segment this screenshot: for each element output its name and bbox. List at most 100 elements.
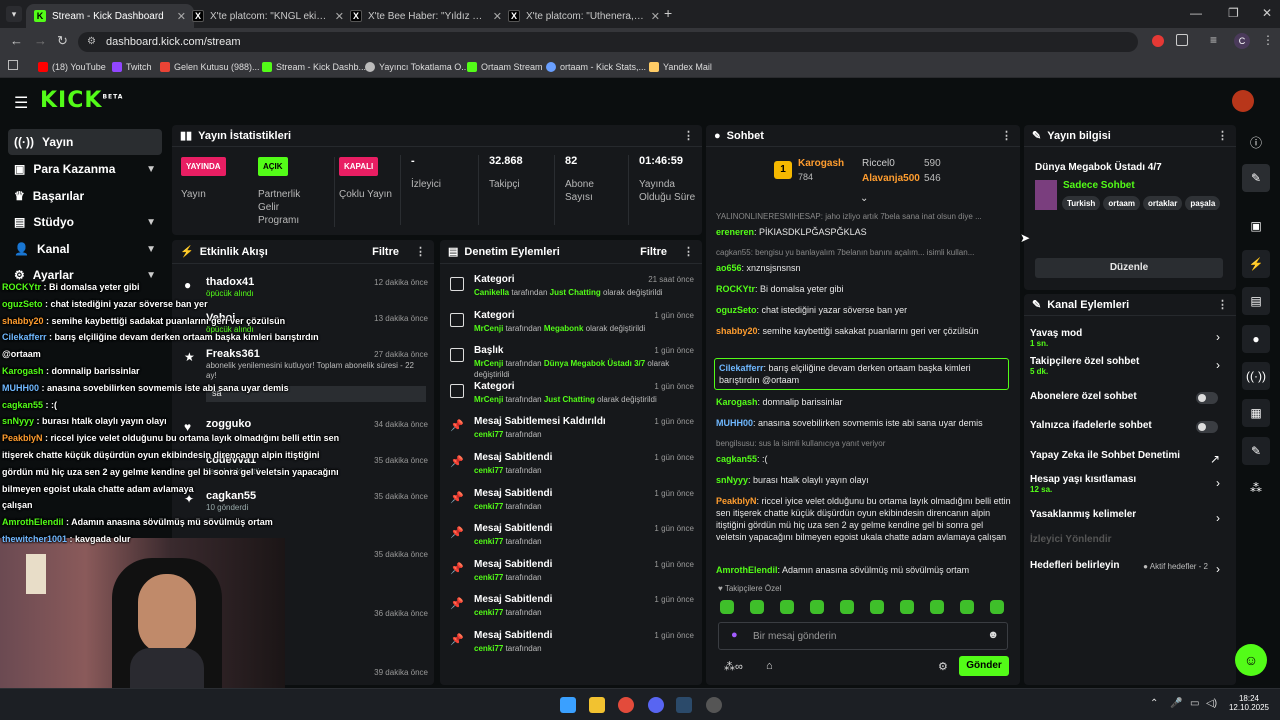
mod-actor[interactable]: cenki77 (474, 608, 503, 617)
chat-username[interactable]: shabby20 (716, 326, 758, 336)
support-chat-icon[interactable]: ☺ (1235, 644, 1267, 676)
extension-icon[interactable] (1152, 35, 1164, 47)
capture-icon[interactable]: ▣ (1242, 212, 1270, 240)
tab-x-1[interactable]: XX'te platcom: "KNGL ekibiyle ge✕ (184, 4, 352, 28)
mod-actor[interactable]: MrCenji (474, 324, 503, 333)
more-options-icon[interactable]: ⋮ (1217, 129, 1228, 142)
sidebar-item-kanal[interactable]: 👤 Kanal ▼ (8, 236, 162, 262)
chat-username[interactable]: PeakblyN (716, 496, 757, 506)
toggle-switch[interactable] (1196, 392, 1218, 404)
mod-actor[interactable]: cenki77 (474, 502, 503, 511)
new-tab-icon[interactable]: + (664, 5, 672, 21)
browser-menu-icon[interactable]: ⋮ (1262, 33, 1274, 47)
user-avatar[interactable] (1232, 90, 1254, 112)
forward-icon[interactable]: → (34, 33, 47, 48)
emote-icon[interactable] (990, 600, 1004, 614)
sidebar-item-para-kazanma[interactable]: ▣ Para Kazanma ▼ (8, 156, 162, 182)
channel-action-row[interactable]: Yapay Zeka ile Sohbet Denetimi ↗ (1030, 450, 1224, 476)
mod-actor[interactable]: cenki77 (474, 537, 503, 546)
reload-icon[interactable]: ↻ (57, 33, 68, 49)
channel-action-row[interactable]: Hesap yaşı kısıtlaması 12 sa. › (1030, 474, 1224, 500)
chat-username[interactable]: ereneren (716, 227, 754, 237)
more-options-icon[interactable]: ⋮ (415, 245, 426, 258)
channel-action-row[interactable]: Hedefleri belirleyin › ● Aktif hedefler - … (1030, 560, 1224, 586)
more-options-icon[interactable]: ⋮ (1217, 298, 1228, 311)
more-options-icon[interactable]: ⋮ (683, 129, 694, 142)
leaderboard-top-user[interactable]: Karogash (798, 158, 844, 169)
system-clock[interactable]: 18:24 12.10.2025 (1228, 694, 1270, 712)
emoji-icon[interactable]: ☻ (987, 629, 999, 641)
chat-username[interactable]: AmrothElendil (716, 565, 778, 575)
tools-icon[interactable]: ⁂∞ (724, 660, 743, 673)
file-explorer-icon[interactable] (589, 697, 605, 713)
discord-icon[interactable] (648, 697, 664, 713)
sidebar-item-basarilar[interactable]: ♛ Başarılar (8, 183, 162, 209)
mod-actor[interactable]: MrCenji (474, 359, 503, 368)
emote-icon[interactable] (870, 600, 884, 614)
chat-username[interactable]: Karogash (716, 397, 758, 407)
tab-kick-dashboard[interactable]: K Stream - Kick Dashboard ✕ (26, 4, 194, 28)
address-bar[interactable]: ⚙ dashboard.kick.com/stream (78, 32, 1138, 52)
minimize-icon[interactable]: — (1190, 6, 1202, 20)
close-tab-icon[interactable]: ✕ (651, 10, 660, 23)
chat-username[interactable]: cagkan55 (716, 454, 757, 464)
emote-icon[interactable] (840, 600, 854, 614)
tab-search-icon[interactable]: ▾ (6, 6, 22, 22)
tab-x-2[interactable]: XX'te Bee Haber: "Yıldız Tilbe, m✕ (342, 4, 510, 28)
mod-actor[interactable]: MrCenji (474, 395, 503, 404)
chat-username[interactable]: ao656 (716, 263, 742, 273)
sidebar-item-yayin[interactable]: ((·)) Yayın (8, 129, 162, 155)
kick-logo[interactable]: KICKBETA (40, 88, 123, 113)
hamburger-menu-icon[interactable]: ☰ (14, 93, 28, 113)
toggle-switch[interactable] (1196, 421, 1218, 433)
extensions-puzzle-icon[interactable] (1176, 34, 1188, 46)
microphone-icon[interactable]: ● (731, 629, 738, 641)
more-options-icon[interactable]: ⋮ (683, 245, 694, 258)
bookmark-tokatlama[interactable]: Yayıncı Tokatlama O... (365, 59, 469, 75)
site-info-icon[interactable]: ⚙ (87, 32, 96, 52)
volume-icon[interactable]: ◁) (1206, 698, 1217, 709)
info-icon[interactable]: ⓘ (1242, 128, 1270, 156)
apps-grid-icon[interactable] (8, 60, 18, 70)
mod-actor[interactable]: cenki77 (474, 466, 503, 475)
steam-icon[interactable] (676, 697, 692, 713)
back-icon[interactable]: ← (10, 33, 23, 48)
start-icon[interactable] (560, 697, 576, 713)
chat-settings-icon[interactable]: ⚙ (938, 660, 948, 673)
broadcast-icon[interactable]: ((·)) (1242, 362, 1270, 390)
filter-button[interactable]: Filtre (640, 246, 667, 258)
category-name[interactable]: Sadece Sohbet (1063, 180, 1135, 191)
channel-action-row[interactable]: Yasaklanmış kelimeler › (1030, 509, 1224, 535)
bookmark-mail[interactable]: Gelen Kutusu (988)... (160, 59, 260, 75)
store-icon[interactable]: ⌂ (766, 660, 773, 672)
chat-input[interactable]: ● Bir mesaj gönderin ☻ (718, 622, 1008, 650)
leaderboard-user-2[interactable]: Riccel0 (862, 158, 895, 169)
emote-icon[interactable] (810, 600, 824, 614)
expand-leaderboard-icon[interactable]: ⌄ (860, 193, 868, 204)
network-icon[interactable]: ▭ (1190, 698, 1199, 709)
channel-action-row[interactable]: Takipçilere özel sohbet 5 dk. › (1030, 356, 1224, 382)
send-button[interactable]: Gönder (959, 656, 1009, 676)
mod-actor[interactable]: Canikella (474, 288, 509, 297)
bookmark-youtube[interactable]: (18) YouTube (38, 59, 106, 75)
chrome-icon[interactable] (618, 697, 634, 713)
channel-action-row[interactable]: Abonelere özel sohbet (1030, 391, 1224, 417)
more-options-icon[interactable]: ⋮ (1001, 129, 1012, 142)
leaderboard-user-3[interactable]: Alavanja500 (862, 173, 920, 184)
chat-username[interactable]: MUHH00 (716, 418, 753, 428)
bookmark-yandex-mail[interactable]: Yandex Mail (649, 59, 712, 75)
maximize-icon[interactable]: ❐ (1228, 6, 1239, 20)
close-window-icon[interactable]: ✕ (1262, 6, 1272, 20)
wrench-icon[interactable]: ✎ (1242, 437, 1270, 465)
document-icon[interactable]: ▤ (1242, 287, 1270, 315)
edit-button[interactable]: Düzenle (1035, 258, 1223, 278)
tray-chevron-icon[interactable]: ⌃ (1150, 698, 1158, 709)
bookmark-ortaam-stream[interactable]: Ortaam Stream (467, 59, 543, 75)
chat-username[interactable]: Cilekafferr (719, 363, 764, 373)
channel-action-row[interactable]: Yavaş mod 1 sn. › (1030, 328, 1224, 354)
tab-x-3[interactable]: XX'te platcom: "Uthenera, KNGL✕ (500, 4, 668, 28)
widgets-icon[interactable]: ⁂ (1242, 474, 1270, 502)
chat-username[interactable]: oguzSeto (716, 305, 757, 315)
channel-action-row[interactable]: Yalnızca ifadelerle sohbet (1030, 420, 1224, 446)
emote-icon[interactable] (720, 600, 734, 614)
